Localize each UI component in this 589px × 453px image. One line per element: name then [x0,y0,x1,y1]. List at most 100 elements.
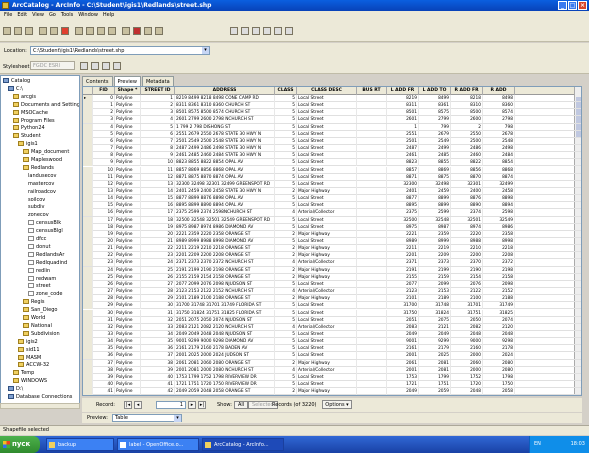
arctoolbox-icon[interactable] [133,27,141,35]
row-selector[interactable] [83,338,93,346]
tree-item[interactable]: censusBlk [28,219,61,227]
table-cell[interactable]: 5 [275,309,297,317]
table-cell[interactable]: 6 [141,130,175,138]
table-cell[interactable] [357,195,387,203]
table-cell[interactable]: 2199 [419,266,451,274]
row-selector[interactable] [83,173,93,181]
table-cell[interactable]: 32500 [387,216,419,224]
table-cell[interactable]: Major Highway [297,187,357,195]
table-row[interactable]: 31 Polyline 32 2051 2075 2050 2074 NJUDSON … [83,316,581,324]
table-cell[interactable]: 5 [275,95,297,102]
table-cell[interactable]: 2152 [483,288,515,296]
table-cell[interactable]: 2600 [451,116,483,124]
table-row[interactable]: 3 Polyline 4 2601 2799 2600 2798 NCHURCH ST… [83,116,581,124]
table-cell[interactable]: Polyline [115,316,141,324]
table-cell[interactable]: 2025 [419,352,451,360]
tree-item[interactable]: igis2 [18,338,38,346]
table-row[interactable]: 1 Polyline 2 8311 8361 8310 8360 CHURCH ST 5… [83,102,581,110]
table-cell[interactable]: 5 [275,173,297,181]
table-row[interactable]: 14 Polyline 15 8877 8899 8876 8898 OPAL AV 5… [83,195,581,203]
table-cell[interactable]: 10 [141,159,175,167]
tree-item[interactable]: National [23,322,52,330]
table-cell[interactable]: 2100 [451,295,483,303]
table-cell[interactable]: Local Street [297,166,357,174]
table-cell[interactable]: 1798 [483,373,515,381]
menu-view[interactable]: View [32,11,44,20]
table-cell[interactable]: 25 [93,273,115,281]
table-cell[interactable]: 2123 [387,288,419,296]
table-row[interactable]: 20 Polyline 21 8989 8999 8988 8998 DIAMOND … [83,238,581,246]
table-cell[interactable]: 8898 [483,195,515,203]
menu-window[interactable]: Window [78,11,98,20]
table-cell[interactable]: 2159 [419,273,451,281]
table-cell[interactable]: 1721 1751 1720 1750 RIVERVIEW DR [175,381,275,388]
table-cell[interactable]: 8877 [387,195,419,203]
table-cell[interactable] [357,180,387,188]
table-cell[interactable]: 2400 [451,187,483,195]
tree-item[interactable]: San_Diego [23,306,57,314]
table-cell[interactable]: 32300 32498 32301 32499 GREENSPOT RD [175,180,275,188]
table-cell[interactable]: 32548 [419,216,451,224]
language-indicator[interactable]: EN [534,441,541,447]
table-cell[interactable]: 2099 [419,280,451,288]
table-cell[interactable]: 4 [141,116,175,124]
table-cell[interactable]: 1799 [419,373,451,381]
row-selector[interactable] [83,316,93,324]
tab-preview[interactable]: Preview [113,76,141,86]
table-cell[interactable]: 8823 8855 8822 8854 OPAL AV [175,159,275,167]
table-cell[interactable]: Major Highway [297,388,357,395]
table-cell[interactable]: 2601 2799 2600 2798 NCHURCH ST [175,116,275,124]
table-cell[interactable] [357,159,387,167]
table-cell[interactable]: 2501 [387,137,419,145]
chevron-down-icon[interactable]: ▾ [202,47,209,54]
table-cell[interactable]: 8869 [419,166,451,174]
table-cell[interactable]: 8219 [387,95,419,102]
next-record-button[interactable]: ▸ [188,401,196,409]
table-cell[interactable]: 2551 [387,130,419,138]
table-cell[interactable]: 8854 [483,159,515,167]
table-cell[interactable]: 2370 [451,259,483,267]
table-cell[interactable]: 1 [93,102,115,110]
row-selector[interactable] [83,302,93,310]
column-header[interactable]: ADDRESS [175,87,275,95]
table-cell[interactable]: 2051 [387,316,419,324]
preview-type-select[interactable]: Table ▾ [112,414,182,422]
table-cell[interactable]: 2160 [451,345,483,353]
close-button[interactable]: × [578,1,587,10]
help-icon[interactable] [155,27,163,35]
table-cell[interactable]: 37 [141,352,175,360]
table-cell[interactable]: 19 [141,223,175,231]
table-cell[interactable]: Polyline [115,95,141,102]
row-selector[interactable] [83,345,93,353]
table-cell[interactable]: 2155 2159 2154 2158 ORANGE ST [175,273,275,281]
table-cell[interactable]: 2548 [483,137,515,145]
table-cell[interactable] [357,259,387,267]
table-cell[interactable]: Polyline [115,245,141,253]
table-cell[interactable]: Polyline [115,252,141,260]
tree-item[interactable]: Subdivision [23,330,60,338]
table-cell[interactable] [357,187,387,195]
table-cell[interactable] [357,302,387,310]
table-cell[interactable]: 2375 [387,209,419,217]
tree-item[interactable]: igis1 [18,140,38,148]
table-cell[interactable]: 2501 2549 2500 2548 STATE 30 HWY N [175,137,275,145]
table-cell[interactable]: 2 [141,102,175,110]
table-cell[interactable]: 4 [275,259,297,267]
table-cell[interactable]: 2001 2081 2000 2080 NCHURCH ST [175,366,275,374]
table-cell[interactable]: 33 [141,323,175,331]
row-selector[interactable] [83,373,93,381]
tree-item[interactable]: C:\ [8,85,23,93]
table-cell[interactable]: Major Highway [297,295,357,303]
table-cell[interactable]: 13 [141,180,175,188]
table-cell[interactable]: 2374 [451,209,483,217]
table-cell[interactable]: Arterial/Collector [297,259,357,267]
table-cell[interactable]: 2190 [451,266,483,274]
tree-item[interactable]: landusecov [28,172,56,180]
table-cell[interactable]: Local Street [297,280,357,288]
table-cell[interactable]: 2 [93,109,115,117]
table-cell[interactable]: Polyline [115,295,141,303]
table-cell[interactable]: 2 [275,359,297,367]
table-cell[interactable]: 8219 8499 8218 8498 CONE CAMP RD [175,95,275,102]
table-cell[interactable] [357,266,387,274]
table-row[interactable]: 5 Polyline 6 2551 2679 2550 2678 STATE 30 H… [83,130,581,138]
